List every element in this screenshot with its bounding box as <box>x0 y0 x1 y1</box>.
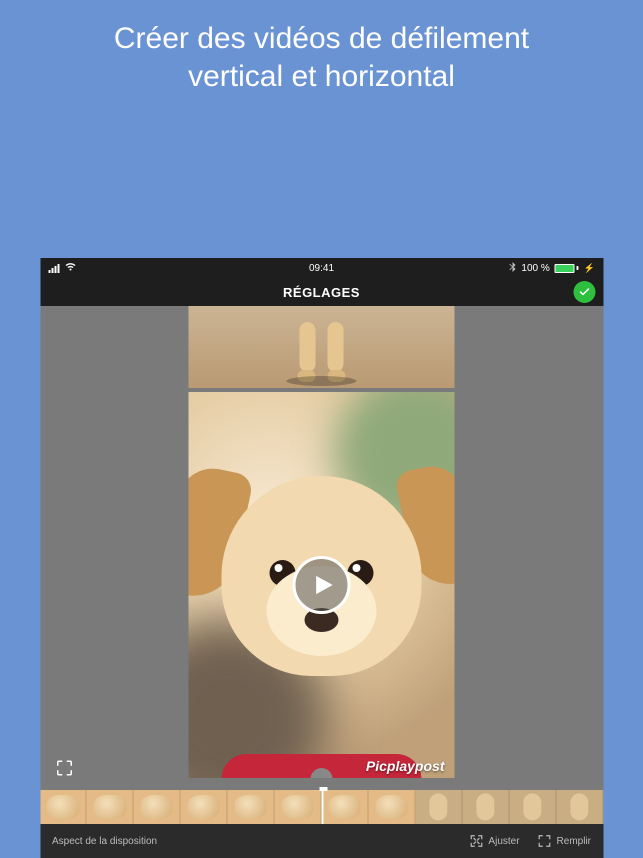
thumb[interactable] <box>275 790 322 824</box>
status-time: 09:41 <box>309 263 334 274</box>
thumb[interactable] <box>368 790 415 824</box>
headline: Créer des vidéos de défilement vertical … <box>32 20 611 95</box>
clip-main[interactable]: Picplaypost <box>189 392 455 778</box>
fill-button[interactable]: Remplir <box>538 834 591 848</box>
thumb[interactable] <box>322 790 369 824</box>
clip-top[interactable] <box>189 306 455 388</box>
media-column: Picplaypost <box>189 306 455 778</box>
thumb[interactable] <box>415 790 462 824</box>
thumb[interactable] <box>87 790 134 824</box>
status-left <box>48 262 76 275</box>
fit-label: Ajuster <box>488 836 519 847</box>
checkmark-icon <box>578 286 590 298</box>
bottom-toolbar: Aspect de la disposition Ajuster Remplir <box>40 824 603 858</box>
charging-icon: ⚡ <box>584 263 595 274</box>
thumb[interactable] <box>509 790 556 824</box>
thumb[interactable] <box>181 790 228 824</box>
fit-button[interactable]: Ajuster <box>469 834 519 848</box>
editor-canvas[interactable]: Picplaypost 27:12.0 -02:21.0 <box>40 306 603 790</box>
confirm-button[interactable] <box>573 281 595 303</box>
bluetooth-icon <box>508 262 516 275</box>
fill-label: Remplir <box>557 836 591 847</box>
headline-line2: vertical et horizontal <box>188 60 455 93</box>
playhead[interactable] <box>322 790 324 824</box>
thumb[interactable] <box>556 790 603 824</box>
fill-icon <box>538 834 552 848</box>
thumb[interactable] <box>228 790 275 824</box>
headline-line1: Créer des vidéos de défilement <box>114 22 529 55</box>
wifi-icon <box>64 262 76 275</box>
play-button[interactable] <box>293 556 351 614</box>
status-bar: 09:41 100 % ⚡ <box>40 258 603 278</box>
thumb[interactable] <box>134 790 181 824</box>
page-title: RÉGLAGES <box>283 285 360 300</box>
thumb[interactable] <box>462 790 509 824</box>
thumb[interactable] <box>40 790 87 824</box>
watermark: Picplaypost <box>366 758 445 774</box>
timeline[interactable] <box>40 790 603 824</box>
nav-bar: RÉGLAGES <box>40 278 603 306</box>
battery-icon <box>555 264 579 273</box>
layout-aspect-label: Aspect de la disposition <box>52 836 157 847</box>
expand-icon <box>55 759 73 777</box>
status-right: 100 % ⚡ <box>508 262 595 275</box>
expand-button[interactable] <box>52 756 76 780</box>
device-frame: 09:41 100 % ⚡ RÉGLAGES <box>40 258 603 858</box>
battery-percent: 100 % <box>521 263 549 274</box>
signal-icon <box>48 264 59 273</box>
promo-slide: Créer des vidéos de défilement vertical … <box>0 0 643 858</box>
play-icon <box>312 574 334 596</box>
fit-icon <box>469 834 483 848</box>
